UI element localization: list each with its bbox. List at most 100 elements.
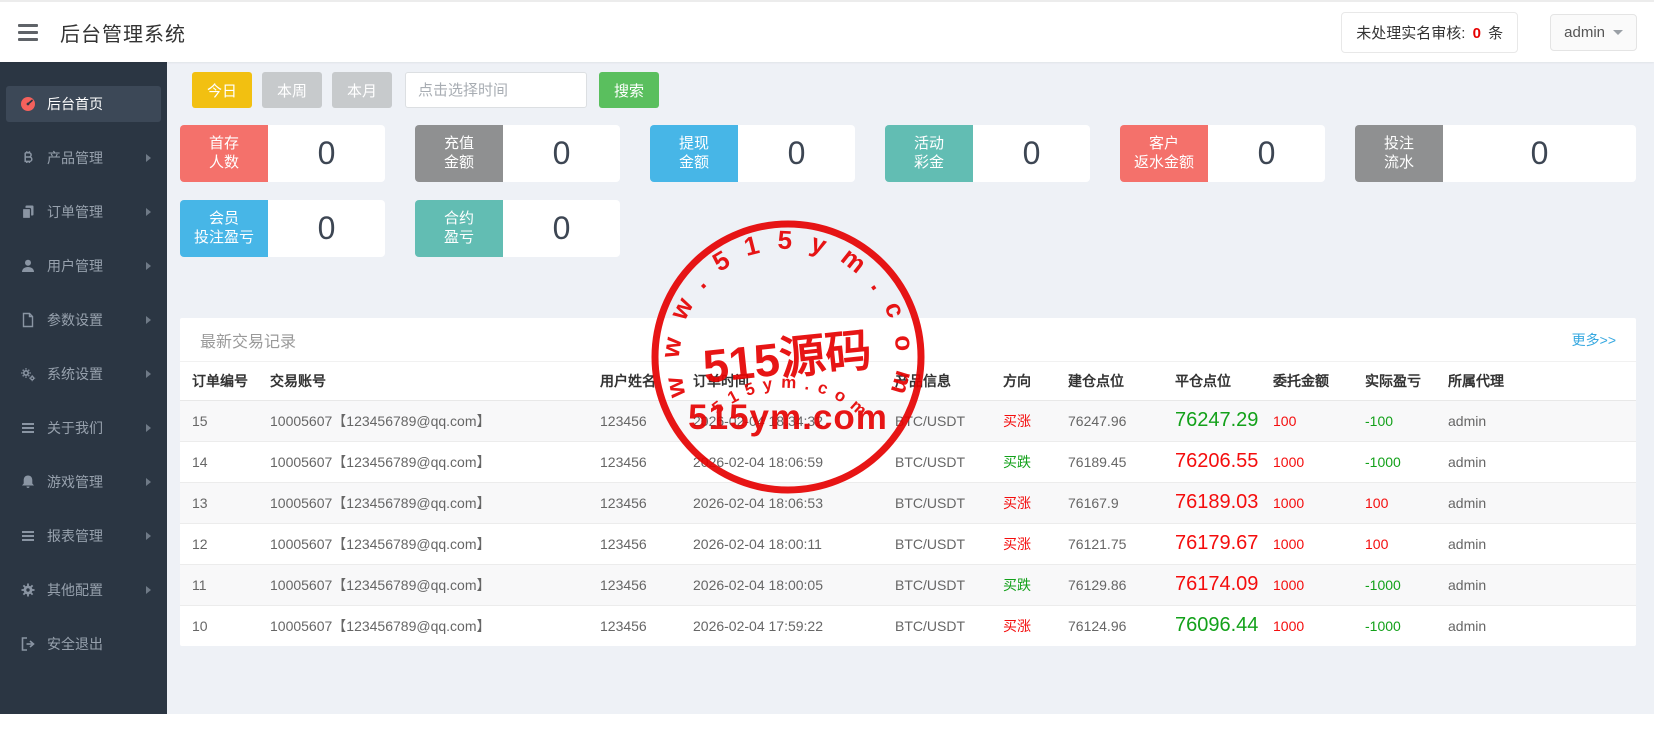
table-row: 13 10005607【123456789@qq.com】 123456 202… xyxy=(180,481,1636,523)
user-menu-dropdown[interactable]: admin xyxy=(1550,13,1637,51)
cell-order-id: 12 xyxy=(180,522,270,564)
stat-value: 0 xyxy=(503,125,620,182)
cell-product: BTC/USDT xyxy=(895,412,965,429)
cell-order-id: 15 xyxy=(192,412,208,429)
hamburger-menu-icon[interactable] xyxy=(14,20,42,45)
table-row: 15 10005607【123456789@qq.com】 123456 202… xyxy=(180,400,1636,441)
pending-review-badge[interactable]: 未处理实名审核: 0 条 xyxy=(1341,11,1519,53)
stat-value: 0 xyxy=(738,125,855,182)
stat-label: 客户 返水金额 xyxy=(1120,125,1208,182)
chevron-down-icon xyxy=(1613,29,1623,35)
pending-review-count: 0 xyxy=(1472,24,1481,42)
cell-direction: 买涨 xyxy=(1003,412,1031,429)
stat-label: 合约 盈亏 xyxy=(415,200,503,257)
col-account: 交易账号 xyxy=(270,362,600,401)
cell-account: 10005607【123456789@qq.com】 xyxy=(270,604,600,646)
sidebar-item-other-config[interactable]: 其他配置 xyxy=(6,572,161,608)
cell-direction: 买涨 xyxy=(1003,604,1068,646)
stat-value: 0 xyxy=(1208,125,1325,182)
table-row: 11 10005607【123456789@qq.com】 123456 202… xyxy=(180,563,1636,605)
cell-amount: 1000 xyxy=(1273,563,1365,605)
chevron-right-icon xyxy=(146,208,151,216)
filter-week-button[interactable]: 本周 xyxy=(262,72,323,108)
chevron-right-icon xyxy=(146,424,151,432)
cell-product: BTC/USDT xyxy=(895,481,1003,523)
sidebar-item-home[interactable]: 后台首页 xyxy=(6,86,161,122)
sidebar-item-label: 其他配置 xyxy=(47,582,103,598)
sidebar-item-products[interactable]: 产品管理 xyxy=(6,140,161,176)
cell-agent: admin xyxy=(1448,481,1636,523)
sidebar-item-games[interactable]: 游戏管理 xyxy=(6,464,161,500)
sidebar-item-parameters[interactable]: 参数设置 xyxy=(6,302,161,338)
stat-card-first-deposits: 首存 人数 0 xyxy=(180,125,385,182)
sidebar-item-label: 用户管理 xyxy=(47,258,103,274)
cell-amount: 100 xyxy=(1273,412,1297,429)
cell-close-price: 76096.44 xyxy=(1175,604,1273,646)
chevron-right-icon xyxy=(146,478,151,486)
stats-row-1: 首存 人数 0 充值 金额 0 提现 金额 0 活动 彩金 0 客户 返水金额 … xyxy=(180,125,1636,182)
cell-account: 10005607【123456789@qq.com】 xyxy=(270,440,600,482)
cell-order-time: 2026-02-04 18:06:53 xyxy=(693,481,895,523)
cell-profit: -1000 xyxy=(1365,563,1448,605)
stat-card-activity-bonus: 活动 彩金 0 xyxy=(885,125,1090,182)
list-icon xyxy=(20,420,36,436)
sidebar-item-reports[interactable]: 报表管理 xyxy=(6,518,161,554)
chevron-right-icon xyxy=(146,370,151,378)
search-button[interactable]: 搜索 xyxy=(599,72,660,108)
cell-order-id: 11 xyxy=(180,563,270,605)
table-row: 12 10005607【123456789@qq.com】 123456 202… xyxy=(180,522,1636,564)
sidebar-item-label: 订单管理 xyxy=(47,204,103,220)
cell-agent: admin xyxy=(1448,604,1636,646)
stat-value: 0 xyxy=(268,200,385,257)
cell-product: BTC/USDT xyxy=(895,522,1003,564)
sidebar-item-label: 报表管理 xyxy=(47,528,103,544)
trades-table: 订单编号 交易账号 用户姓名 订单时间 产品信息 方向 建仓点位 平仓点位 委托… xyxy=(180,362,1636,646)
cell-account: 10005607【123456789@qq.com】 xyxy=(270,563,600,605)
sidebar-item-label: 游戏管理 xyxy=(47,474,103,490)
sidebar-item-users[interactable]: 用户管理 xyxy=(6,248,161,284)
sidebar-item-label: 系统设置 xyxy=(47,366,103,382)
bitcoin-icon xyxy=(20,150,36,166)
filter-month-button[interactable]: 本月 xyxy=(332,72,393,108)
main-content: 今日 本周 本月 搜索 首存 人数 0 充值 金额 0 提现 金额 0 活动 彩… xyxy=(167,62,1654,714)
cell-direction: 买涨 xyxy=(1003,481,1068,523)
cell-direction: 买跌 xyxy=(1003,563,1068,605)
app-title: 后台管理系统 xyxy=(60,23,186,46)
copy-icon xyxy=(20,204,36,220)
cell-profit: 100 xyxy=(1365,481,1448,523)
sidebar-item-about[interactable]: 关于我们 xyxy=(6,410,161,446)
cell-username: 123456 xyxy=(600,481,693,523)
stat-card-recharge-amount: 充值 金额 0 xyxy=(415,125,620,182)
file-icon xyxy=(20,312,36,328)
sidebar-item-logout[interactable]: 安全退出 xyxy=(6,626,161,662)
cell-open-price: 76129.86 xyxy=(1068,563,1175,605)
chevron-right-icon xyxy=(146,154,151,162)
user-menu-label: admin xyxy=(1564,23,1605,41)
sidebar-item-label: 安全退出 xyxy=(47,636,103,652)
page-footer xyxy=(0,714,1654,753)
col-amount: 委托金额 xyxy=(1273,362,1365,401)
col-agent: 所属代理 xyxy=(1448,362,1636,401)
date-range-input[interactable] xyxy=(405,72,588,108)
cell-order-time: 2026-02-04 18:06:59 xyxy=(693,440,895,482)
list-icon xyxy=(20,528,36,544)
stat-card-withdrawal-amount: 提现 金额 0 xyxy=(650,125,855,182)
sidebar-item-orders[interactable]: 订单管理 xyxy=(6,194,161,230)
cell-close-price: 76206.55 xyxy=(1175,440,1273,482)
top-header-bar: 后台管理系统 未处理实名审核: 0 条 admin xyxy=(0,0,1654,62)
more-link[interactable]: 更多>> xyxy=(1572,330,1616,350)
sidebar-item-system-settings[interactable]: 系统设置 xyxy=(6,356,161,392)
cell-profit: -1000 xyxy=(1365,604,1448,646)
col-close-price: 平仓点位 xyxy=(1175,362,1273,401)
sidebar-item-label: 产品管理 xyxy=(47,150,103,166)
col-order-id: 订单编号 xyxy=(180,362,270,401)
col-username: 用户姓名 xyxy=(600,362,693,401)
latest-trades-panel: 最新交易记录 更多>> 订单编号 交易账号 用户姓名 订单时间 产品信息 方向 … xyxy=(180,318,1636,646)
cell-agent: admin xyxy=(1448,522,1636,564)
cell-username: 123456 xyxy=(600,522,693,564)
sidebar-item-label: 关于我们 xyxy=(47,420,103,436)
table-row: 14 10005607【123456789@qq.com】 123456 202… xyxy=(180,440,1636,482)
filter-today-button[interactable]: 今日 xyxy=(192,72,253,108)
cell-profit: 100 xyxy=(1365,522,1448,564)
cell-amount: 1000 xyxy=(1273,604,1365,646)
